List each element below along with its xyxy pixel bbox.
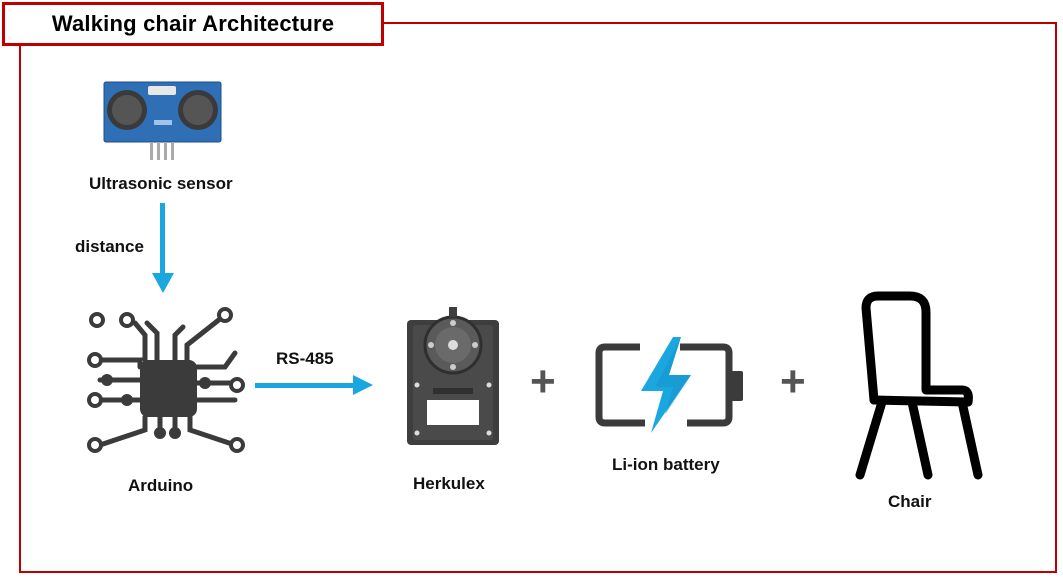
plus-operator-2: + xyxy=(780,357,806,406)
arduino-label: Arduino xyxy=(128,476,194,495)
title-box: Walking chair Architecture xyxy=(2,2,384,46)
plus-operator-1: + xyxy=(530,357,556,406)
page-title: Walking chair Architecture xyxy=(51,11,335,36)
ultrasonic-sensor-label: Ultrasonic sensor xyxy=(89,174,233,193)
ultrasonic-sensor-icon xyxy=(103,81,222,160)
chair-icon xyxy=(855,291,983,480)
rs485-arrow xyxy=(255,375,373,395)
distance-label: distance xyxy=(75,237,144,256)
distance-arrow xyxy=(152,203,174,293)
li-ion-battery-label: Li-ion battery xyxy=(612,455,720,474)
arduino-chip-icon xyxy=(87,307,245,453)
li-ion-battery-icon xyxy=(595,337,743,433)
chair-label: Chair xyxy=(888,492,932,511)
herkulex-label: Herkulex xyxy=(413,474,485,493)
herkulex-servo-icon xyxy=(407,307,499,445)
rs485-label: RS-485 xyxy=(276,349,334,368)
